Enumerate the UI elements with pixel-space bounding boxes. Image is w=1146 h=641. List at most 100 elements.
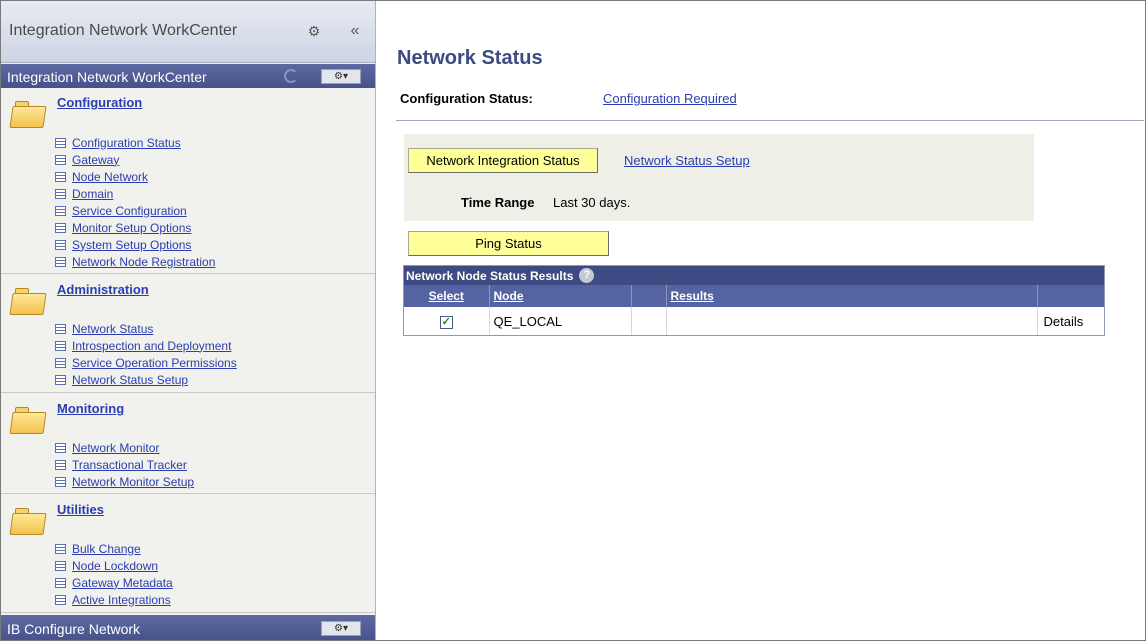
bottom-pagelet-header: IB Configure Network ⚙▾ [1, 615, 375, 640]
link-network-node-registration[interactable]: Network Node Registration [72, 255, 215, 269]
section-title-configuration[interactable]: Configuration [57, 95, 142, 110]
page-icon [55, 222, 66, 233]
grid-title: Network Node Status Results [406, 268, 574, 283]
ping-status-button[interactable]: Ping Status [408, 231, 609, 256]
link-bulk-change[interactable]: Bulk Change [72, 542, 141, 556]
page-icon [55, 374, 66, 385]
link-gateway-metadata[interactable]: Gateway Metadata [72, 576, 173, 590]
column-header-node[interactable]: Node [489, 285, 632, 307]
details-link[interactable]: Details [1037, 307, 1104, 335]
page-icon [55, 577, 66, 588]
select-checkbox[interactable]: ✓ [439, 316, 453, 329]
page-icon [55, 137, 66, 148]
grid-title-bar: Network Node Status Results ? [404, 266, 1104, 285]
folder-icon [9, 100, 47, 128]
link-system-setup-options[interactable]: System Setup Options [72, 238, 191, 252]
page-icon [55, 188, 66, 199]
link-network-monitor-setup[interactable]: Network Monitor Setup [72, 475, 194, 489]
link-active-integrations[interactable]: Active Integrations [72, 593, 171, 607]
nav-link-item: Bulk Change [55, 540, 173, 557]
folder-icon [9, 406, 47, 434]
bottom-pagelet-menu-button[interactable]: ⚙▾ [321, 621, 361, 636]
section-title-utilities[interactable]: Utilities [57, 502, 104, 517]
configuration-status-label: Configuration Status: [400, 91, 533, 106]
link-service-configuration[interactable]: Service Configuration [72, 204, 187, 218]
section-links: Configuration Status Gateway Node Networ… [55, 134, 215, 270]
section-title-administration[interactable]: Administration [57, 282, 149, 297]
nav-link-item: Introspection and Deployment [55, 337, 237, 354]
column-header-select[interactable]: Select [404, 285, 490, 307]
status-panel: Network Integration Status Network Statu… [404, 134, 1034, 221]
network-integration-status-button[interactable]: Network Integration Status [408, 148, 598, 173]
link-node-lockdown[interactable]: Node Lockdown [72, 559, 158, 573]
nav-link-item: Gateway [55, 151, 215, 168]
results-cell [666, 307, 1038, 335]
page-icon [55, 154, 66, 165]
section-title-monitoring[interactable]: Monitoring [57, 401, 124, 416]
nav-link-item: Configuration Status [55, 134, 215, 151]
page-icon [55, 239, 66, 250]
section-links: Network Monitor Transactional Tracker Ne… [55, 439, 194, 490]
time-range-label: Time Range [461, 195, 535, 210]
pagelet-header: Integration Network WorkCenter ⚙▾ [1, 64, 375, 88]
nav-link-item: Monitor Setup Options [55, 219, 215, 236]
page-icon [55, 459, 66, 470]
page-icon [55, 442, 66, 453]
link-configuration-status[interactable]: Configuration Status [72, 136, 181, 150]
network-node-status-grid: Network Node Status Results ? Select Nod… [403, 265, 1105, 336]
section-configuration: Configuration Configuration Status Gatew… [1, 88, 375, 274]
collapse-icon[interactable]: « [345, 22, 365, 40]
nav-link-item: Transactional Tracker [55, 456, 194, 473]
sidebar-header: Integration Network WorkCenter ⚙ « [1, 1, 375, 63]
extra-cell [631, 307, 667, 335]
network-status-setup-link[interactable]: Network Status Setup [624, 153, 750, 168]
configuration-status-link[interactable]: Configuration Required [603, 91, 737, 106]
nav-link-item: Network Node Registration [55, 253, 215, 270]
nav-link-item: Network Monitor Setup [55, 473, 194, 490]
page-title: Network Status [397, 47, 543, 69]
pagelet-menu-button[interactable]: ⚙▾ [321, 69, 361, 84]
nav-link-item: Node Lockdown [55, 557, 173, 574]
section-links: Network Status Introspection and Deploym… [55, 320, 237, 388]
nav-link-item: Service Configuration [55, 202, 215, 219]
page-icon [55, 543, 66, 554]
link-transactional-tracker[interactable]: Transactional Tracker [72, 458, 187, 472]
page-icon [55, 256, 66, 267]
gear-icon[interactable]: ⚙ [306, 23, 322, 39]
select-cell: ✓ [404, 307, 490, 335]
nav-link-item: Network Monitor [55, 439, 194, 456]
page-icon [55, 205, 66, 216]
link-network-status[interactable]: Network Status [72, 322, 153, 336]
nav-link-item: Network Status [55, 320, 237, 337]
section-utilities: Utilities Bulk Change Node Lockdown Gate… [1, 495, 375, 613]
link-node-network[interactable]: Node Network [72, 170, 148, 184]
help-icon[interactable]: ? [579, 268, 595, 283]
sidebar: Integration Network WorkCenter ⚙ « Integ… [1, 1, 376, 640]
column-header-results[interactable]: Results [666, 285, 1038, 307]
results-table: Select Node Results ✓ QE_LOCAL Details [404, 285, 1104, 335]
page-icon [55, 340, 66, 351]
nav-link-item: Active Integrations [55, 591, 173, 608]
refresh-icon[interactable] [284, 69, 298, 83]
link-service-operation-permissions[interactable]: Service Operation Permissions [72, 356, 237, 370]
divider [396, 120, 1144, 121]
page-icon [55, 476, 66, 487]
time-range-value: Last 30 days. [553, 195, 631, 210]
nav-link-item: System Setup Options [55, 236, 215, 253]
section-administration: Administration Network Status Introspect… [1, 275, 375, 393]
table-row: ✓ QE_LOCAL Details [404, 307, 1104, 335]
link-gateway[interactable]: Gateway [72, 153, 119, 167]
link-network-monitor[interactable]: Network Monitor [72, 441, 159, 455]
node-cell: QE_LOCAL [489, 307, 632, 335]
link-network-status-setup[interactable]: Network Status Setup [72, 373, 188, 387]
folder-icon [9, 507, 47, 535]
pagelet-title: Integration Network WorkCenter [7, 69, 207, 85]
link-domain[interactable]: Domain [72, 187, 113, 201]
link-introspection-and-deployment[interactable]: Introspection and Deployment [72, 339, 231, 353]
page-icon [55, 323, 66, 334]
nav-link-item: Domain [55, 185, 215, 202]
nav-link-item: Service Operation Permissions [55, 354, 237, 371]
bottom-pagelet-title: IB Configure Network [7, 621, 141, 637]
nav-link-item: Node Network [55, 168, 215, 185]
link-monitor-setup-options[interactable]: Monitor Setup Options [72, 221, 191, 235]
